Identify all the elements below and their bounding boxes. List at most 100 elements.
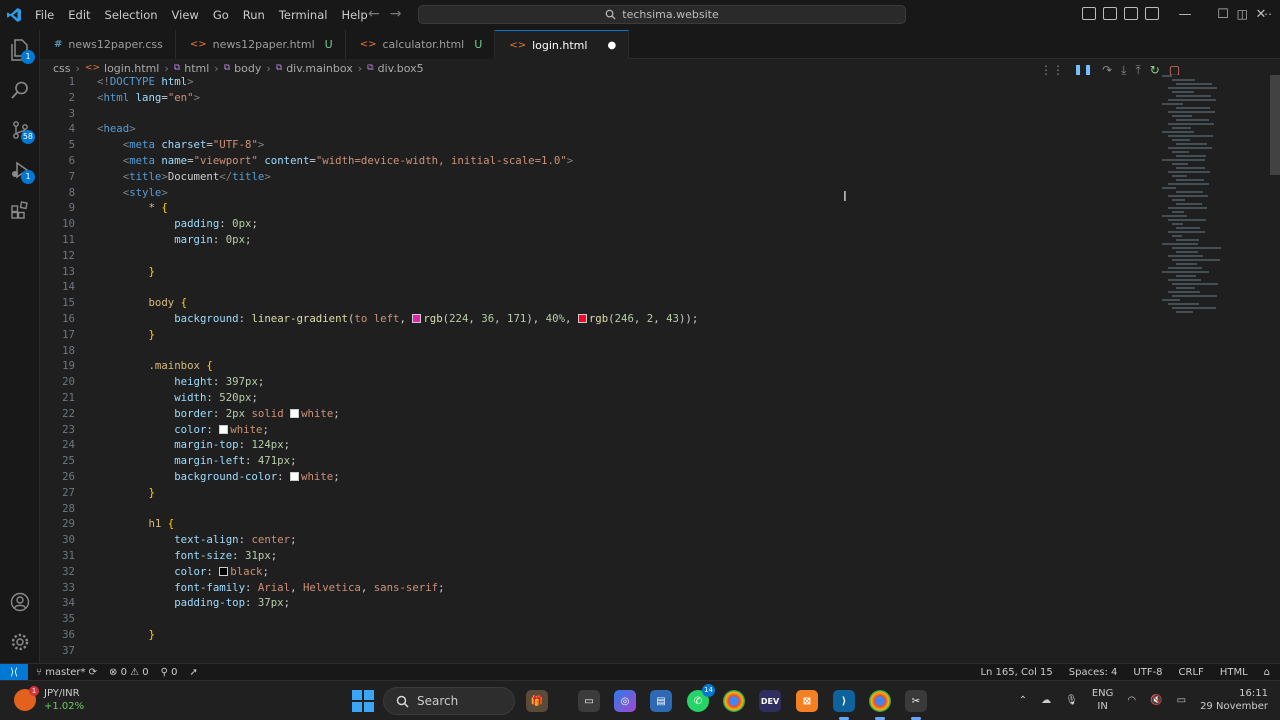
breadcrumb-item[interactable]: <> login.html — [85, 62, 159, 75]
battery-icon[interactable]: ▭ — [1177, 695, 1186, 706]
toggle-secondary-sidebar-icon[interactable] — [1124, 7, 1138, 20]
color-swatch[interactable] — [412, 314, 422, 323]
snipping-tool-icon[interactable]: ✂ — [905, 690, 927, 720]
code-line[interactable]: 14 — [40, 279, 1190, 295]
code-line[interactable]: 23 color: white; — [40, 422, 1190, 438]
code-line[interactable]: 17 } — [40, 327, 1190, 343]
menu-file[interactable]: File — [28, 0, 61, 30]
encoding[interactable]: UTF-8 — [1133, 667, 1162, 678]
code-line[interactable]: 31 font-size: 31px; — [40, 548, 1190, 564]
show-hidden-icons-icon[interactable]: ⌃ — [1019, 695, 1027, 706]
code-line[interactable]: 29 h1 { — [40, 516, 1190, 532]
code-line[interactable]: 3 — [40, 106, 1190, 122]
code-line[interactable]: 4 <head> — [40, 121, 1190, 137]
back-arrow-icon[interactable]: ← — [368, 6, 380, 22]
remote-indicator-icon[interactable]: ⟩⟨ — [0, 663, 28, 681]
code-line[interactable]: 7 <title>Document</title> — [40, 169, 1190, 185]
cloud-icon[interactable]: ☁ — [1041, 695, 1051, 706]
breadcrumb-item[interactable]: css — [53, 62, 71, 75]
account-icon[interactable] — [8, 590, 32, 614]
tab-news12paper-css[interactable]: # news12paper.css — [40, 30, 176, 59]
ports-indicator[interactable]: ⚲ 0 — [161, 667, 178, 678]
run-debug-icon[interactable]: 1 — [8, 158, 35, 184]
code-line[interactable]: 8 <style> — [40, 185, 1190, 201]
code-line[interactable]: 16 background: linear-gradient(to left, … — [40, 311, 1190, 327]
code-line[interactable]: 5 <meta charset="UTF-8"> — [40, 137, 1190, 153]
minimize-icon[interactable]: — — [1166, 0, 1204, 30]
microphone-icon[interactable]: 🎙 — [1065, 695, 1078, 706]
code-line[interactable]: 24 margin-top: 124px; — [40, 437, 1190, 453]
tab-news12paper-html[interactable]: <> news12paper.html U — [175, 30, 346, 59]
code-line[interactable]: 13 } — [40, 264, 1190, 280]
minimap[interactable] — [1160, 75, 1240, 325]
xampp-icon[interactable]: ⊠ — [796, 690, 818, 712]
menu-run[interactable]: Run — [236, 0, 272, 30]
menu-selection[interactable]: Selection — [98, 0, 165, 30]
gift-app-icon[interactable]: 🎁 — [526, 690, 548, 712]
code-line[interactable]: 21 width: 520px; — [40, 390, 1190, 406]
more-actions-icon[interactable]: ⋯ — [1260, 7, 1272, 21]
language-indicator[interactable]: ENG IN — [1092, 687, 1114, 713]
chrome-icon[interactable] — [723, 690, 745, 712]
chrome-profile-icon[interactable] — [869, 690, 891, 720]
color-swatch[interactable] — [219, 424, 229, 434]
language-mode[interactable]: HTML — [1220, 667, 1248, 678]
code-line[interactable]: 19 .mainbox { — [40, 358, 1190, 374]
breadcrumb-item[interactable]: ⧉ html — [174, 62, 210, 75]
code-line[interactable]: 20 height: 397px; — [40, 374, 1190, 390]
explorer-icon[interactable]: 1 — [8, 38, 35, 64]
code-line[interactable]: 12 — [40, 248, 1190, 264]
breadcrumb-item[interactable]: ⧉ div.mainbox — [276, 62, 353, 75]
code-line[interactable]: 2 <html lang="en"> — [40, 90, 1190, 106]
source-control-icon[interactable]: 58 — [8, 118, 35, 144]
editor-scrollbar[interactable] — [1270, 75, 1280, 175]
cursor-position[interactable]: Ln 165, Col 15 — [980, 667, 1052, 678]
code-line[interactable]: 1 <!DOCTYPE html> — [40, 75, 1190, 90]
toggle-sidebar-icon[interactable] — [1082, 7, 1096, 20]
volume-mute-icon[interactable]: 🔇 — [1150, 695, 1162, 706]
problems-indicator[interactable]: ⊗ 0 ⚠ 0 — [109, 667, 149, 678]
toggle-panel-icon[interactable] — [1103, 7, 1117, 20]
menu-view[interactable]: View — [165, 0, 206, 30]
code-line[interactable]: 27 } — [40, 485, 1190, 501]
task-view-icon[interactable]: ▭ — [578, 690, 600, 712]
copilot-icon[interactable]: ◎ — [614, 690, 636, 712]
command-center-search[interactable]: techsima.website — [418, 5, 906, 24]
code-line[interactable]: 33 font-family: Arial, Helvetica, sans-s… — [40, 580, 1190, 596]
code-line[interactable]: 9 * { — [40, 200, 1190, 216]
color-swatch[interactable] — [290, 408, 300, 418]
clock[interactable]: 16:11 29 November — [1200, 687, 1268, 713]
color-swatch[interactable] — [577, 314, 587, 323]
tab-login-html[interactable]: <> login.html ● — [495, 30, 630, 59]
code-line[interactable]: 18 — [40, 343, 1190, 359]
notifications-bell-icon[interactable]: ⌂ — [1264, 667, 1270, 678]
menu-go[interactable]: Go — [206, 0, 236, 30]
customize-layout-icon[interactable] — [1145, 7, 1159, 20]
code-line[interactable]: 35 — [40, 611, 1190, 627]
code-line[interactable]: 37 — [40, 643, 1190, 659]
code-line[interactable]: 30 text-align: center; — [40, 532, 1190, 548]
menu-edit[interactable]: Edit — [61, 0, 97, 30]
widgets-button[interactable]: 1 JPY/INR +1.02% — [14, 686, 84, 713]
split-editor-icon[interactable]: ◫ — [1237, 7, 1248, 21]
color-swatch[interactable] — [219, 566, 229, 576]
code-line[interactable]: 28 — [40, 501, 1190, 517]
code-line[interactable]: 10 padding: 0px; — [40, 216, 1190, 232]
code-editor[interactable]: 1 <!DOCTYPE html> 2 <html lang="en"> 3 4 <head… — [40, 75, 1280, 663]
store-icon[interactable]: ▤ — [650, 690, 672, 712]
whatsapp-icon[interactable]: ✆ 14 — [687, 684, 715, 712]
search-icon[interactable] — [8, 78, 32, 102]
indentation[interactable]: Spaces: 4 — [1069, 667, 1118, 678]
branch-indicator[interactable]: ⑂ master* ⟳ — [36, 667, 97, 678]
settings-gear-icon[interactable] — [8, 630, 32, 654]
breadcrumb-item[interactable]: ⧉ body — [224, 62, 262, 75]
code-line[interactable]: 25 margin-left: 471px; — [40, 453, 1190, 469]
code-line[interactable]: 15 body { — [40, 295, 1190, 311]
color-swatch[interactable] — [290, 472, 300, 481]
line-ending[interactable]: CRLF — [1179, 667, 1204, 678]
tab-calculator-html[interactable]: <> calculator.html U — [345, 30, 496, 59]
code-line[interactable]: 36 } — [40, 627, 1190, 643]
breadcrumb-item[interactable]: ⧉ div.box5 — [367, 62, 424, 75]
code-line[interactable]: 11 margin: 0px; — [40, 232, 1190, 248]
extensions-icon[interactable] — [8, 198, 32, 222]
